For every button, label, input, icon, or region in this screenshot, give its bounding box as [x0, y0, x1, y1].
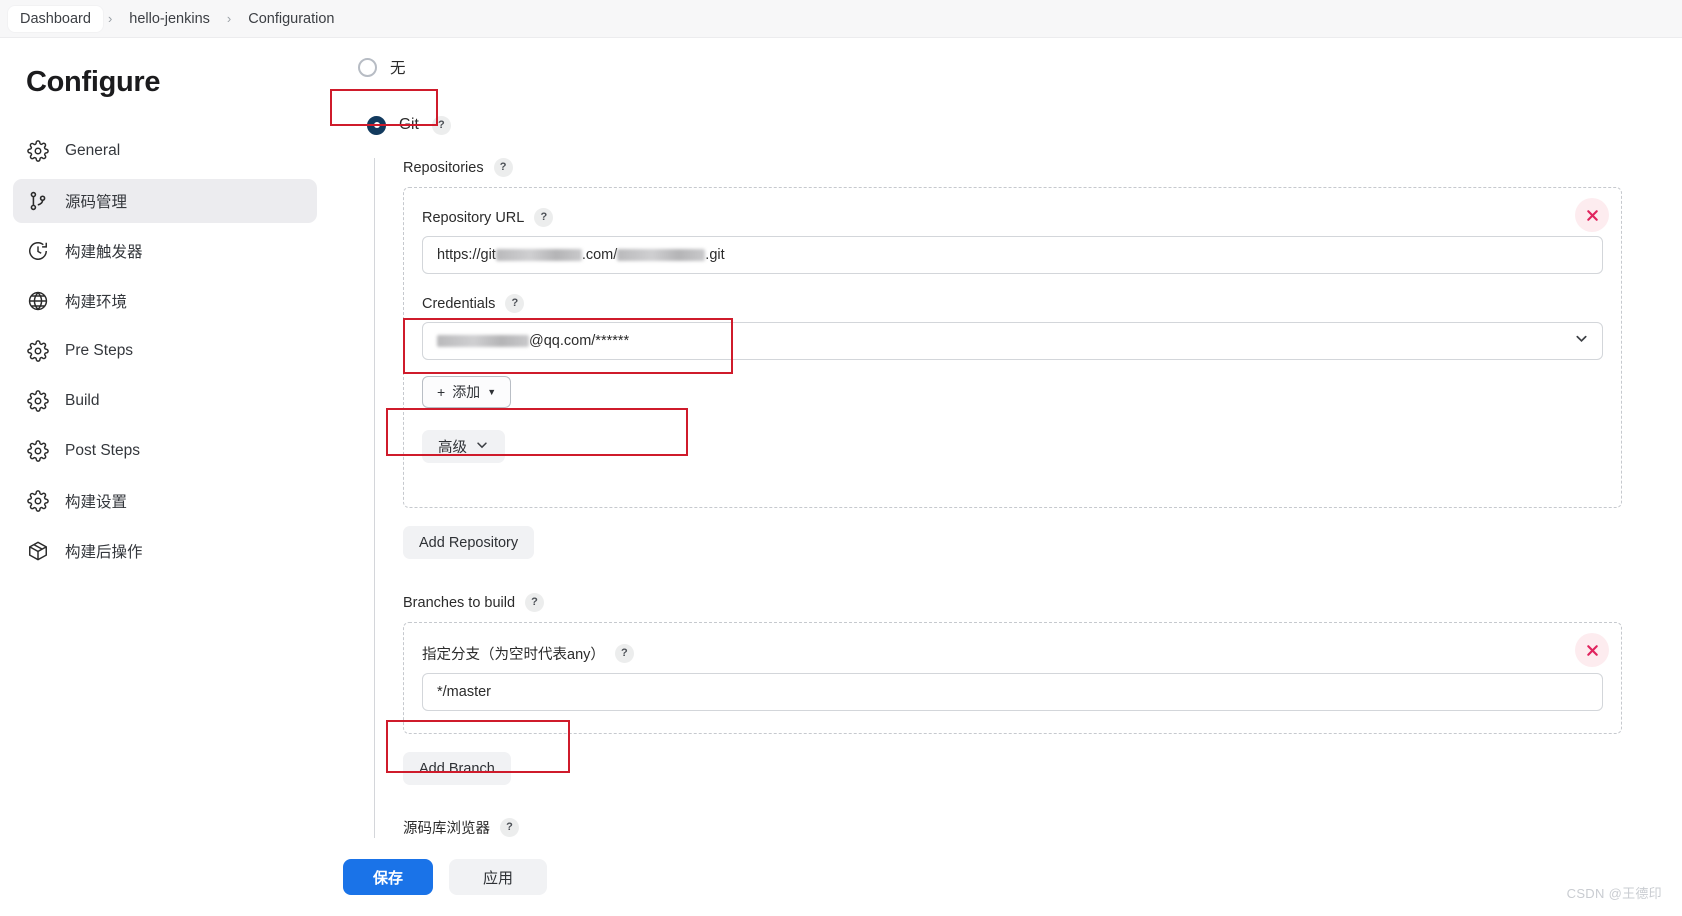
gear-icon: [27, 340, 49, 362]
radio-git[interactable]: [367, 115, 386, 135]
browser-label: 源码库浏览器: [403, 821, 490, 837]
credentials-value-suffix: @qq.com/******: [529, 333, 630, 349]
redacted-path: [617, 249, 706, 261]
breadcrumb-item-configuration[interactable]: Configuration: [236, 6, 346, 32]
sidebar-item-build-environment[interactable]: 构建环境: [13, 279, 317, 323]
sidebar-item-label: 构建设置: [65, 494, 128, 511]
help-icon-branches[interactable]: ?: [525, 593, 545, 612]
redacted-credential-user: [437, 335, 529, 347]
scm-config-panel: 无 Git ? Repositories ? Repository URL ? …: [330, 38, 1682, 916]
branch-spec-label-row: 指定分支（为空时代表any） ?: [422, 643, 1603, 664]
add-credentials-plus: +: [437, 384, 446, 400]
git-settings: Repositories ? Repository URL ? https://…: [374, 158, 1622, 885]
watermark: CSDN @王德印: [1566, 886, 1662, 901]
caret-down-icon: ▼: [487, 386, 497, 397]
help-icon-credentials[interactable]: ?: [505, 294, 525, 313]
sidebar-item-label: Build: [65, 392, 100, 409]
sidebar-item-label: General: [65, 142, 121, 159]
repository-url-label-row: Repository URL ?: [422, 208, 1603, 227]
form-actions: 保存 应用: [0, 838, 1682, 916]
sidebar-menu: General 源码管理 构建触发器 构建环境 Pre Steps Build …: [0, 129, 330, 573]
sidebar-item-build-settings[interactable]: 构建设置: [13, 479, 317, 523]
add-credentials-button[interactable]: + 添加 ▼: [422, 376, 512, 408]
gear-icon: [27, 490, 49, 512]
branch-panel: 指定分支（为空时代表any） ?: [403, 622, 1622, 734]
globe-icon: [27, 290, 49, 312]
branch-icon: [27, 190, 49, 212]
advanced-label: 高级: [438, 440, 467, 456]
scm-option-none-label: 无: [390, 60, 406, 77]
sidebar-item-build-triggers[interactable]: 构建触发器: [13, 229, 317, 273]
scm-option-none[interactable]: 无: [358, 52, 1622, 82]
credentials-select[interactable]: @qq.com/******: [422, 322, 1603, 360]
repository-url-value-suffix: .git: [705, 247, 725, 263]
delete-branch-button[interactable]: [1575, 633, 1609, 667]
sidebar-item-build[interactable]: Build: [13, 379, 317, 423]
gear-icon: [27, 440, 49, 462]
close-icon: [1586, 209, 1598, 221]
help-icon-repository-url[interactable]: ?: [534, 208, 554, 227]
sidebar-item-post-build-actions[interactable]: 构建后操作: [13, 529, 317, 573]
scm-option-git-label: Git: [399, 116, 419, 133]
advanced-button[interactable]: 高级: [422, 430, 505, 463]
radio-none[interactable]: [358, 57, 377, 77]
sidebar-item-label: Post Steps: [65, 442, 140, 459]
repository-url-input[interactable]: https://git .com/ .git: [422, 236, 1603, 274]
gear-icon: [27, 390, 49, 412]
credentials-select-wrap: @qq.com/******: [422, 322, 1603, 360]
breadcrumb-separator-icon: ›: [226, 11, 232, 26]
close-icon: [1586, 644, 1598, 656]
help-icon-branch-spec[interactable]: ?: [614, 644, 634, 663]
gear-icon: [27, 140, 49, 162]
repository-panel: Repository URL ? https://git .com/ .git Cr…: [403, 187, 1622, 508]
add-repository-label: Add Repository: [419, 534, 519, 551]
sidebar-item-post-steps[interactable]: Post Steps: [13, 429, 317, 473]
repository-url-label: Repository URL: [422, 209, 525, 226]
help-icon-repositories[interactable]: ?: [493, 158, 513, 177]
add-repository-button[interactable]: Add Repository: [403, 526, 535, 559]
breadcrumb-separator-icon: ›: [107, 11, 113, 26]
sidebar-item-pre-steps[interactable]: Pre Steps: [13, 329, 317, 373]
browser-label-row: 源码库浏览器 ?: [403, 817, 1622, 838]
add-branch-button[interactable]: Add Branch: [403, 752, 511, 785]
branch-spec-input[interactable]: [422, 673, 1603, 711]
branches-label: Branches to build: [403, 594, 516, 611]
breadcrumb-item-dashboard[interactable]: Dashboard: [8, 5, 103, 32]
delete-repository-button[interactable]: [1575, 198, 1609, 232]
apply-button[interactable]: 应用: [449, 859, 548, 895]
chevron-down-icon: [475, 438, 489, 456]
redacted-host: [495, 249, 582, 261]
sidebar: Configure General 源码管理 构建触发器 构建环境 Pre St…: [0, 38, 330, 916]
repository-url-value-mid: .com/: [581, 247, 618, 263]
save-button[interactable]: 保存: [343, 859, 434, 895]
sidebar-item-label: 构建触发器: [65, 244, 143, 261]
scm-option-git[interactable]: Git ?: [358, 110, 1622, 140]
branch-spec-label: 指定分支（为空时代表any）: [422, 647, 605, 663]
credentials-label-row: Credentials ?: [422, 294, 1603, 313]
sidebar-item-general[interactable]: General: [13, 129, 317, 173]
breadcrumb-item-job[interactable]: hello-jenkins: [117, 6, 222, 32]
credentials-label: Credentials: [422, 295, 496, 312]
branches-label-row: Branches to build ?: [403, 593, 1622, 612]
package-icon: [27, 540, 49, 562]
clock-icon: [27, 240, 49, 262]
add-branch-label: Add Branch: [419, 760, 495, 777]
sidebar-item-label: 构建环境: [65, 294, 128, 311]
repository-url-value-prefix: https://git: [437, 247, 496, 263]
sidebar-item-label: 源码管理: [65, 194, 128, 211]
help-icon-browser[interactable]: ?: [500, 818, 519, 837]
help-icon-git[interactable]: ?: [431, 115, 451, 135]
repositories-label-row: Repositories ?: [403, 158, 1622, 177]
breadcrumb: Dashboard › hello-jenkins › Configuratio…: [0, 0, 1682, 38]
sidebar-item-source-code-management[interactable]: 源码管理: [13, 179, 317, 223]
sidebar-item-label: 构建后操作: [65, 544, 143, 561]
page-title: Configure: [26, 66, 161, 98]
add-credentials-label: 添加: [452, 384, 481, 400]
sidebar-item-label: Pre Steps: [65, 342, 134, 359]
repositories-label: Repositories: [403, 159, 484, 176]
